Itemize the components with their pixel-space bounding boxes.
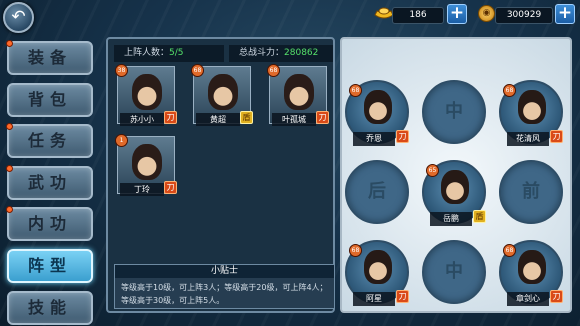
hero-name: 叶孤城 bbox=[272, 113, 316, 126]
deployed-count: 上阵人数：5/5 bbox=[114, 45, 224, 62]
level-badge: 68 bbox=[349, 244, 362, 257]
formation-slot-hero[interactable]: 68 章剑心 刀 bbox=[499, 240, 563, 306]
blade-icon: 刀 bbox=[550, 130, 563, 143]
formation-slot-middle[interactable]: 中 bbox=[422, 240, 486, 304]
hero-name: 章剑心 bbox=[507, 292, 549, 306]
formation-slot-hero[interactable]: 65 岳鹏 盾 bbox=[422, 160, 486, 226]
hero-name: 丁玲 bbox=[120, 183, 164, 196]
gold-value: 186 bbox=[392, 7, 444, 24]
copper-coin-icon: ◉ bbox=[478, 5, 495, 22]
deployed-label: 上阵人数： bbox=[124, 48, 170, 58]
tips-box: 小贴士 等级高于10级，可上阵3人；等级高于20级，可上阵4人；等级高于30级，… bbox=[114, 264, 335, 309]
menu-bag[interactable]: 背包 bbox=[7, 83, 93, 117]
level-badge: 68 bbox=[503, 84, 516, 97]
menu-equipment[interactable]: 装备 bbox=[7, 41, 93, 75]
hero-portrait bbox=[132, 144, 162, 180]
notification-dot bbox=[6, 40, 13, 47]
blade-icon: 刀 bbox=[316, 111, 329, 124]
back-arrow-icon: ↶ bbox=[11, 7, 26, 27]
formation-slot-rear[interactable]: 后 bbox=[345, 160, 409, 224]
hero-portrait bbox=[441, 170, 469, 204]
notification-dot bbox=[6, 123, 13, 130]
hero-portrait bbox=[364, 250, 392, 284]
blade-icon: 刀 bbox=[164, 181, 177, 194]
level-badge: 68 bbox=[503, 244, 516, 257]
level-badge: 1 bbox=[115, 134, 128, 147]
deployed-value: 5/5 bbox=[169, 48, 184, 58]
notification-dot bbox=[6, 206, 13, 213]
hero-card[interactable]: 68 黄超 盾 bbox=[191, 64, 253, 126]
hero-card[interactable]: 38 苏小小 刀 bbox=[115, 64, 177, 126]
power-value: 280862 bbox=[284, 48, 319, 58]
menu-quest[interactable]: 任务 bbox=[7, 124, 93, 158]
menu-skills[interactable]: 技能 bbox=[7, 291, 93, 325]
add-coin-button[interactable]: + bbox=[555, 4, 575, 24]
hero-portrait bbox=[518, 90, 546, 124]
level-badge: 38 bbox=[115, 64, 128, 77]
hero-card[interactable]: 68 叶孤城 刀 bbox=[267, 64, 329, 126]
hero-name: 阿星 bbox=[353, 292, 395, 306]
level-badge: 68 bbox=[191, 64, 204, 77]
shield-icon: 盾 bbox=[473, 210, 486, 223]
blade-icon: 刀 bbox=[396, 290, 409, 303]
formation-slot-middle[interactable]: 中 bbox=[422, 80, 486, 144]
hero-portrait bbox=[518, 250, 546, 284]
hero-portrait bbox=[364, 90, 392, 124]
menu-inner-power[interactable]: 内功 bbox=[7, 207, 93, 241]
hero-name: 岳鹏 bbox=[430, 212, 472, 226]
hero-portrait bbox=[208, 74, 238, 110]
formation-slot-hero[interactable]: 68 乔恩 刀 bbox=[345, 80, 409, 146]
hero-portrait bbox=[132, 74, 162, 110]
power-label: 总战斗力： bbox=[239, 48, 285, 58]
coin-value: 300929 bbox=[495, 7, 553, 24]
hero-portrait bbox=[284, 74, 314, 110]
menu-formation[interactable]: 阵型 bbox=[7, 249, 93, 283]
level-badge: 65 bbox=[426, 164, 439, 177]
hero-name: 黄超 bbox=[196, 113, 240, 126]
level-badge: 68 bbox=[349, 84, 362, 97]
tips-text: 等级高于10级，可上阵3人；等级高于20级，可上阵4人；等级高于30级，可上阵5… bbox=[121, 283, 328, 305]
shield-icon: 盾 bbox=[240, 111, 253, 124]
formation-slot-hero[interactable]: 68 阿星 刀 bbox=[345, 240, 409, 306]
back-button[interactable]: ↶ bbox=[3, 2, 34, 33]
hero-name: 花清风 bbox=[507, 132, 549, 146]
tips-title: 小贴士 bbox=[115, 265, 334, 278]
total-power: 总战斗力：280862 bbox=[229, 45, 333, 62]
blade-icon: 刀 bbox=[164, 111, 177, 124]
formation-slot-front[interactable]: 前 bbox=[499, 160, 563, 224]
menu-martial-arts[interactable]: 武功 bbox=[7, 166, 93, 200]
hero-name: 苏小小 bbox=[120, 113, 164, 126]
formation-slot-hero[interactable]: 68 花清风 刀 bbox=[499, 80, 563, 146]
hero-card[interactable]: 1 丁玲 刀 bbox=[115, 134, 177, 196]
hero-name: 乔恩 bbox=[353, 132, 395, 146]
blade-icon: 刀 bbox=[396, 130, 409, 143]
add-gold-button[interactable]: + bbox=[447, 4, 467, 24]
level-badge: 68 bbox=[267, 64, 280, 77]
blade-icon: 刀 bbox=[550, 290, 563, 303]
notification-dot bbox=[6, 165, 13, 172]
